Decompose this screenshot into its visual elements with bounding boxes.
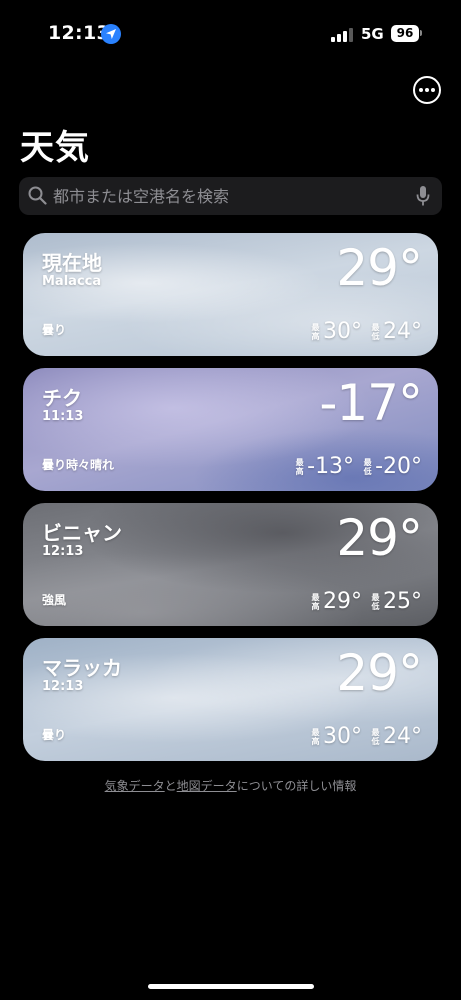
- more-options-button[interactable]: [413, 76, 441, 104]
- card-local-time: 12:13: [42, 544, 84, 559]
- weather-card-current-location[interactable]: 現在地 Malacca 29° 曇り 最高 30° 最低 24°: [23, 233, 438, 356]
- high-value: -13°: [307, 454, 355, 479]
- high-value: 30°: [323, 724, 362, 749]
- home-indicator[interactable]: [148, 984, 314, 989]
- card-high-low: 最高 30° 最低 24°: [310, 319, 423, 344]
- card-location-name: ビニャン: [42, 521, 122, 545]
- low-value: 25°: [383, 589, 422, 614]
- card-temperature: -17°: [319, 374, 423, 432]
- card-temperature: 29°: [336, 509, 423, 567]
- status-bar: 12:13 5G 96: [0, 0, 461, 60]
- high-value: 30°: [323, 319, 362, 344]
- low-label: 最低: [371, 322, 380, 341]
- location-arrow-icon: [101, 24, 121, 44]
- weather-card-chiku[interactable]: チク 11:13 -17° 曇り時々晴れ 最高 -13° 最低 -20°: [23, 368, 438, 491]
- high-label: 最高: [295, 457, 304, 476]
- card-temperature: 29°: [336, 644, 423, 702]
- high-label: 最高: [311, 322, 320, 341]
- footer-connector: と: [164, 779, 177, 793]
- map-data-link[interactable]: 地図データ: [177, 779, 237, 793]
- data-attribution-note: 気象データと地図データについての詳しい情報: [0, 777, 461, 794]
- card-condition: 強風: [42, 593, 67, 607]
- low-label: 最低: [363, 457, 372, 476]
- card-location-name: 現在地: [42, 251, 102, 275]
- low-value: -20°: [375, 454, 422, 479]
- card-location-name: チク: [42, 386, 82, 410]
- search-bar[interactable]: [19, 177, 442, 215]
- low-value: 24°: [383, 724, 422, 749]
- card-high-low: 最高 30° 最低 24°: [310, 724, 423, 749]
- low-value: 24°: [383, 319, 422, 344]
- card-high-low: 最高 29° 最低 25°: [310, 589, 423, 614]
- high-value: 29°: [323, 589, 362, 614]
- weather-card-binan[interactable]: ビニャン 12:13 29° 強風 最高 29° 最低 25°: [23, 503, 438, 626]
- cellular-signal-icon: [331, 28, 353, 42]
- battery-nub: [420, 30, 422, 36]
- card-subtitle: Malacca: [42, 274, 102, 289]
- weather-data-link[interactable]: 気象データ: [105, 779, 165, 793]
- card-condition: 曇り時々晴れ: [42, 458, 115, 472]
- card-local-time: 11:13: [42, 409, 84, 424]
- low-label: 最低: [371, 727, 380, 746]
- mic-icon[interactable]: [416, 185, 430, 211]
- footer-suffix: についての詳しい情報: [236, 779, 357, 793]
- page-title: 天気: [20, 128, 90, 168]
- more-dot: [431, 88, 435, 92]
- low-label: 最低: [371, 592, 380, 611]
- card-temperature: 29°: [336, 239, 423, 297]
- search-input[interactable]: [53, 177, 393, 215]
- network-type: 5G: [361, 25, 384, 43]
- weather-card-malacca[interactable]: マラッカ 12:13 29° 曇り 最高 30° 最低 24°: [23, 638, 438, 761]
- card-local-time: 12:13: [42, 679, 84, 694]
- more-dot: [425, 88, 429, 92]
- card-condition: 曇り: [42, 728, 67, 742]
- high-label: 最高: [311, 592, 320, 611]
- battery-icon: 96: [391, 25, 419, 42]
- card-condition: 曇り: [42, 323, 67, 337]
- card-location-name: マラッカ: [42, 656, 122, 680]
- high-label: 最高: [311, 727, 320, 746]
- card-high-low: 最高 -13° 最低 -20°: [294, 454, 422, 479]
- more-dot: [419, 88, 423, 92]
- search-icon: [28, 186, 47, 209]
